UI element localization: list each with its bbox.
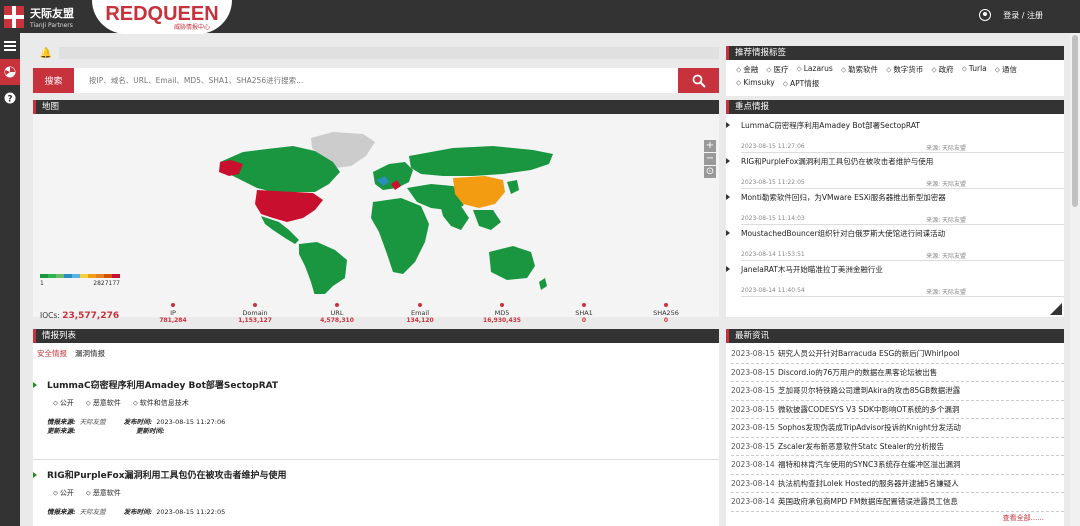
notice-track — [59, 47, 719, 59]
tag-item[interactable]: 医疗 — [766, 64, 789, 75]
stat-md5[interactable]: MD5 16,930,435 — [472, 303, 532, 324]
stat-url[interactable]: URL 4,578,310 — [307, 303, 367, 324]
stat-ip[interactable]: IP 781,284 — [143, 303, 203, 324]
login-area[interactable]: 登录 / 注册 — [979, 9, 1043, 21]
news-item[interactable]: 2023-08-14 英国政府承包商MPD FM数据库配置错误泄露员工信息 — [731, 493, 1064, 512]
left-sidebar: ? — [0, 33, 20, 526]
intel-list-panel: 情报列表 安全情报 漏洞情报 LummaC窃密程序利用Amadey Bot部署S… — [33, 329, 719, 526]
intel-item-title[interactable]: LummaC窃密程序利用Amadey Bot部署SectopRAT — [47, 378, 719, 391]
tag-item[interactable]: 勒索软件 — [841, 64, 878, 75]
world-map[interactable] — [33, 114, 693, 294]
svg-text:?: ? — [7, 95, 12, 105]
stat-sha256[interactable]: SHA256 0 — [636, 303, 696, 324]
intel-list-item[interactable]: RIG和PurpleFox漏洞利用工具包仍在被攻击者维护与使用 公开恶意软件 情… — [33, 468, 719, 517]
arrow-icon — [33, 472, 37, 478]
legend-max: 2827177 — [93, 280, 120, 287]
intel-subtabs: 安全情报 漏洞情报 — [33, 343, 719, 364]
key-intel-item[interactable]: MoustachedBouncer组织针对白俄罗斯大使馆进行间谍活动 2023-… — [726, 222, 1064, 261]
tianji-logo-icon — [4, 5, 24, 28]
stat-domain[interactable]: Domain 1,153,127 — [225, 303, 285, 324]
partner-sub: TianJi Partners — [30, 21, 73, 29]
search-bar: 搜索 — [33, 68, 719, 93]
notice-bar: 🔔 — [33, 46, 719, 60]
news-title: 最新资讯 — [726, 329, 1064, 343]
key-intel-panel: 重点情报 LummaC窃密程序利用Amadey Bot部署SectopRAT 2… — [726, 100, 1064, 317]
tab-vuln[interactable]: 漏洞情报 — [75, 348, 105, 359]
key-intel-item[interactable]: LummaC窃密程序利用Amadey Bot部署SectopRAT 2023-0… — [726, 114, 1064, 153]
tags-panel: 推荐情报标签 金融 医疗 Lazarus 勒索软件 数字货币 政府 Turla … — [726, 46, 1064, 96]
search-submit-button[interactable] — [678, 68, 719, 93]
tab-security[interactable]: 安全情报 — [37, 348, 67, 359]
arrow-icon — [33, 382, 37, 388]
key-intel-item[interactable]: RIG和PurpleFox漏洞利用工具包仍在被攻击者维护与使用 2023-08-… — [726, 150, 1064, 189]
news-item[interactable]: 2023-08-14 执法机构查封Lolek Hosted的服务器并逮捕5名嫌疑人 — [731, 475, 1064, 493]
reset-view-button[interactable]: ⊙ — [704, 166, 716, 178]
view-all-link[interactable]: 查看全部...... — [1003, 513, 1044, 523]
zoom-controls: + − ⊙ — [704, 140, 718, 179]
tag-item[interactable]: Turla — [962, 64, 987, 75]
map-title: 地图 — [33, 100, 719, 114]
bell-icon[interactable]: 🔔 — [33, 48, 59, 59]
map-body: + − ⊙ 1 2827177 IOCs: 23,577,276 IP 781,28… — [33, 114, 719, 324]
search-label-button[interactable]: 搜索 — [33, 68, 74, 93]
zoom-out-button[interactable]: − — [704, 153, 716, 165]
zoom-in-button[interactable]: + — [704, 140, 716, 152]
news-item[interactable]: 2023-08-15 微软披露CODESYS V3 SDK中影响OT系统的多个漏洞 — [731, 401, 1064, 419]
news-item[interactable]: 2023-08-15 Discord.io的76万用户的数据在黑客论坛被出售 — [731, 364, 1064, 382]
legend-min: 1 — [40, 280, 44, 287]
news-list: 2023-08-15 研究人员公开针对Barracuda ESG的新后门Whirl… — [726, 343, 1064, 512]
legend-gradient — [40, 274, 120, 278]
scrollbar-thumb[interactable] — [1072, 35, 1078, 207]
iocs-value: 23,577,276 — [62, 311, 120, 321]
iocs-total: IOCs: 23,577,276 — [40, 311, 120, 321]
tag-item[interactable]: Kimsuky — [736, 78, 774, 89]
news-item[interactable]: 2023-08-15 研究人员公开针对Barracuda ESG的新后门Whirl… — [731, 345, 1064, 364]
tag-item[interactable]: 通信 — [995, 64, 1017, 75]
page-scrollbar[interactable] — [1070, 33, 1080, 526]
intel-list-title: 情报列表 — [33, 329, 719, 343]
key-intel-title: 重点情报 — [726, 100, 1064, 114]
news-panel: 最新资讯 2023-08-15 研究人员公开针对Barracuda ESG的新后门… — [726, 329, 1064, 526]
intel-item-title[interactable]: RIG和PurpleFox漏洞利用工具包仍在被攻击者维护与使用 — [47, 468, 719, 481]
tag-list: 金融 医疗 Lazarus 勒索软件 数字货币 政府 Turla 通信 Kims… — [726, 60, 1064, 93]
tag-item[interactable]: Lazarus — [797, 64, 833, 75]
tianji-logo[interactable]: 天际友盟 TianJi Partners — [0, 0, 80, 33]
menu-icon[interactable] — [0, 33, 20, 59]
stat-email[interactable]: Email 134,120 — [390, 303, 450, 324]
stat-sha1[interactable]: SHA1 0 — [554, 303, 614, 324]
news-item[interactable]: 2023-08-15 芝加哥贝尔特铁路公司遭到Akira的攻击85GB数据泄露 — [731, 382, 1064, 401]
map-panel: 地图 + − ⊙ 1 2827177 IOCs: 23,577,276 IP 7… — [33, 100, 719, 324]
dashboard-icon[interactable] — [0, 59, 20, 85]
tags-title: 推荐情报标签 — [726, 46, 1064, 60]
corner-fold-icon — [1050, 303, 1062, 315]
key-intel-item[interactable]: Monti勒索软件回归，为VMware ESXi服务器推出新型加密器 2023-… — [726, 186, 1064, 225]
intel-list-item[interactable]: LummaC窃密程序利用Amadey Bot部署SectopRAT 公开恶意软件… — [33, 378, 719, 460]
news-item[interactable]: 2023-08-15 Sophos发现伪装成TripAdvisor投诉的Knigh… — [731, 419, 1064, 438]
news-item[interactable]: 2023-08-14 福特和林肯汽车使用的SYNC3系统存在缓冲区溢出漏洞 — [731, 456, 1064, 475]
partner-name: 天际友盟 — [30, 6, 74, 20]
login-link[interactable]: 登录 / 注册 — [1003, 10, 1043, 21]
tag-item[interactable]: 数字货币 — [886, 64, 923, 75]
key-intel-item[interactable]: JanelaRAT木马开始瞄准拉丁美洲金融行业 2023-08-14 11:40… — [726, 258, 1064, 297]
tag-item[interactable]: 政府 — [931, 64, 954, 75]
brand-small: 威胁情报中心 — [173, 23, 210, 31]
search-icon — [692, 74, 706, 88]
redqueen-logo[interactable]: REDQUEEN 威胁情报中心 — [92, 0, 232, 34]
search-input[interactable] — [74, 68, 678, 93]
help-icon[interactable]: ? — [0, 85, 20, 111]
news-item[interactable]: 2023-08-15 Zscaler发布新恶意软件Statc Stealer的分析… — [731, 438, 1064, 456]
brand-big: REDQUEEN — [105, 2, 219, 25]
map-legend: 1 2827177 — [40, 274, 120, 287]
top-navbar: 天际友盟 TianJi Partners REDQUEEN 威胁情报中心 登录 … — [0, 0, 1080, 34]
user-icon — [979, 9, 992, 21]
tag-item[interactable]: 金融 — [736, 64, 758, 75]
tag-item[interactable]: APT情报 — [783, 78, 819, 89]
